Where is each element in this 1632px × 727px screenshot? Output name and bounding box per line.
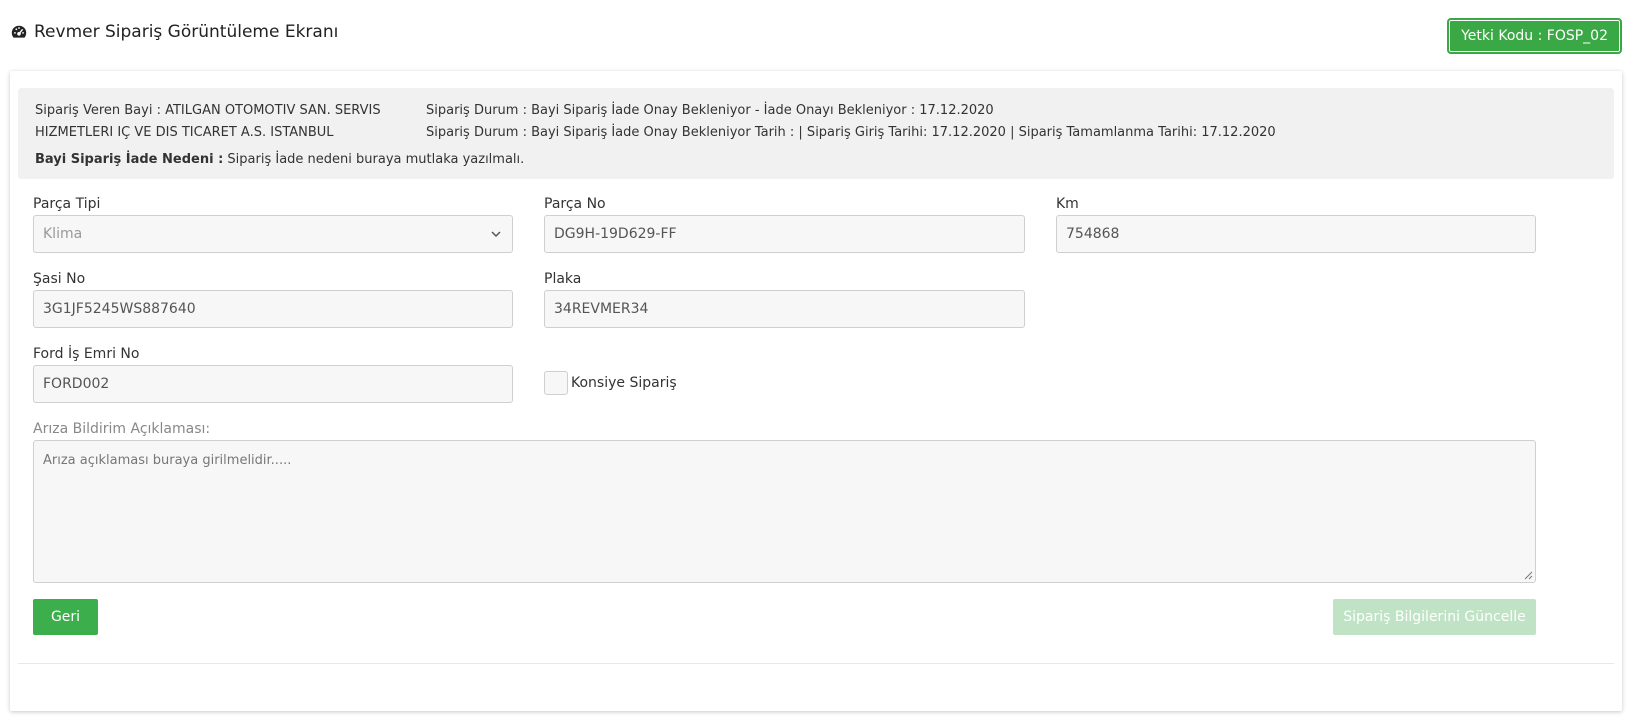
update-order-button[interactable]: Sipariş Bilgilerini Güncelle xyxy=(1333,599,1536,635)
part-type-label: Parça Tipi xyxy=(33,196,101,212)
status-line-2: Sipariş Durum : Bayi Sipariş İade Onay B… xyxy=(426,125,1276,140)
part-no-field[interactable]: DG9H-19D629-FF xyxy=(544,215,1025,253)
return-reason-label: Bayi Sipariş İade Nedeni : xyxy=(35,152,224,167)
plate-label: Plaka xyxy=(544,271,582,287)
km-label: Km xyxy=(1056,196,1079,212)
order-card: Sipariş Veren Bayi : ATILGAN OTOMOTIV SA… xyxy=(10,71,1622,711)
return-reason: Bayi Sipariş İade Nedeni : Sipariş İade … xyxy=(35,152,524,167)
fault-description-textarea[interactable]: Arıza açıklaması buraya girilmelidir....… xyxy=(33,440,1536,583)
card-footer-divider xyxy=(18,663,1614,664)
ford-work-order-label: Ford İş Emri No xyxy=(33,346,140,362)
chassis-no-field[interactable]: 3G1JF5245WS887640 xyxy=(33,290,513,328)
chassis-no-label: Şasi No xyxy=(33,271,86,287)
part-no-label: Parça No xyxy=(544,196,606,212)
resize-handle-icon[interactable] xyxy=(1523,570,1533,580)
plate-field[interactable]: 34REVMER34 xyxy=(544,290,1025,328)
page-title: Revmer Sipariş Görüntüleme Ekranı xyxy=(10,22,338,42)
fault-description-label: Arıza Bildirim Açıklaması: xyxy=(33,421,211,437)
ford-work-order-field[interactable]: FORD002 xyxy=(33,365,513,403)
back-button[interactable]: Geri xyxy=(33,599,98,635)
dashboard-icon xyxy=(11,25,27,38)
order-info-panel: Sipariş Veren Bayi : ATILGAN OTOMOTIV SA… xyxy=(18,88,1614,179)
fault-description-placeholder: Arıza açıklaması buraya girilmelidir....… xyxy=(43,453,292,468)
part-type-select[interactable]: Klima xyxy=(33,215,513,253)
dealer-info: Sipariş Veren Bayi : ATILGAN OTOMOTIV SA… xyxy=(35,103,381,140)
page-title-text: Revmer Sipariş Görüntüleme Ekranı xyxy=(34,22,339,42)
status-line-1: Sipariş Durum : Bayi Sipariş İade Onay B… xyxy=(426,103,994,118)
order-status: Sipariş Durum : Bayi Sipariş İade Onay B… xyxy=(426,100,1276,144)
km-field[interactable]: 754868 xyxy=(1056,215,1536,253)
page-header: Revmer Sipariş Görüntüleme Ekranı Yetki … xyxy=(0,0,1632,70)
consignment-checkbox[interactable] xyxy=(544,371,568,395)
auth-code-badge: Yetki Kodu : FOSP_02 xyxy=(1447,18,1622,54)
part-type-value: Klima xyxy=(43,226,83,242)
chevron-down-icon xyxy=(491,231,501,238)
return-reason-text: Sipariş İade nedeni buraya mutlaka yazıl… xyxy=(227,152,525,167)
consignment-label: Konsiye Sipariş xyxy=(571,375,677,391)
